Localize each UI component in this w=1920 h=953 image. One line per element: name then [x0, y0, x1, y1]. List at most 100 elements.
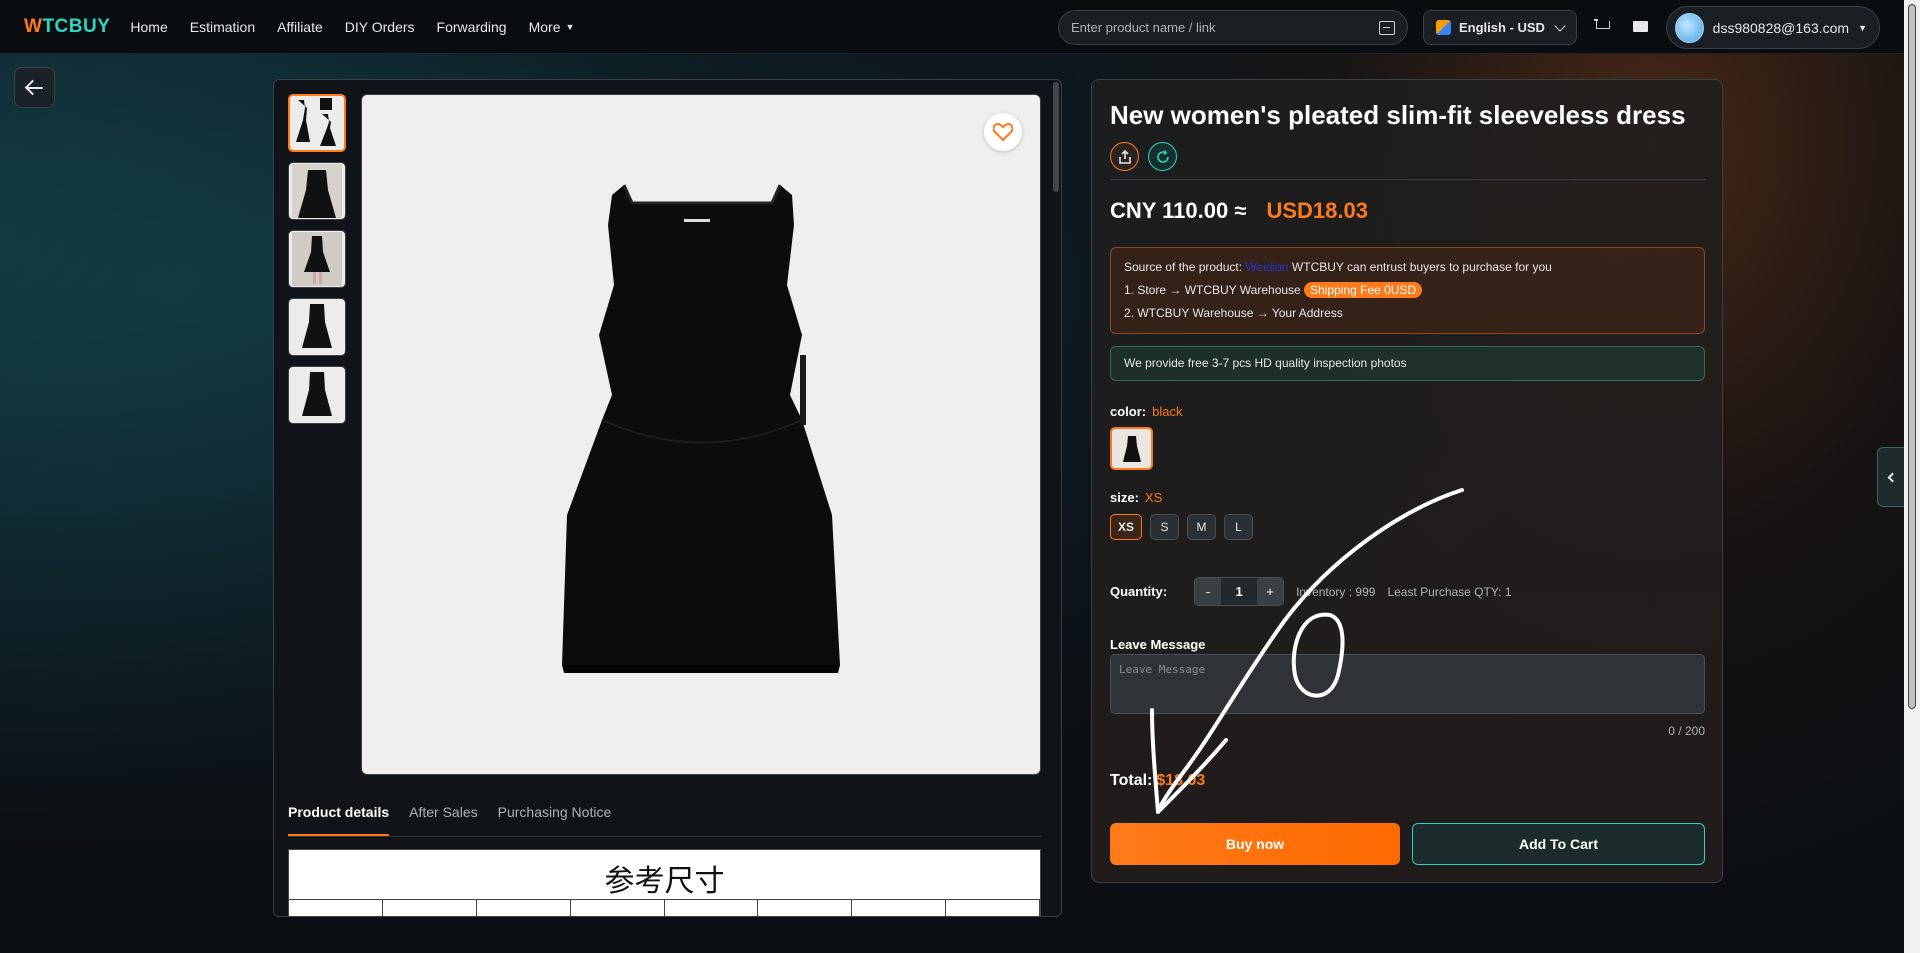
least-purchase-qty: Least Purchase QTY: 1	[1387, 584, 1512, 599]
product-title: New women's pleated slim-fit sleeveless …	[1110, 100, 1686, 130]
inventory-text: Inventory : 999	[1296, 584, 1376, 599]
language-label: English - USD	[1459, 20, 1545, 35]
cart-icon[interactable]	[1594, 19, 1610, 33]
source-suffix: WTCBUY can entrust buyers to purchase fo…	[1291, 260, 1552, 274]
color-label: color:	[1110, 404, 1147, 419]
size-value: XS	[1144, 490, 1163, 505]
size-chart-image: 参考尺寸	[288, 849, 1041, 916]
size-chart-cell	[571, 900, 665, 916]
color-option-black[interactable]	[1110, 427, 1153, 470]
dress-swatch-image	[1122, 435, 1141, 462]
user-menu[interactable]: dss980828@163.com ▼	[1666, 6, 1880, 49]
caret-down-icon: ▼	[565, 21, 575, 32]
dress-thumbnail-image	[302, 304, 332, 348]
page-scrollbar-thumb[interactable]	[1908, 4, 1916, 709]
logo-text: TCBUY	[42, 15, 111, 37]
product-gallery-panel: Product details After Sales Purchasing N…	[273, 79, 1062, 917]
dress-thumbnail-image	[296, 98, 336, 146]
total-value: $18.03	[1156, 772, 1206, 789]
size-option-l[interactable]: L	[1224, 514, 1254, 540]
search-input[interactable]	[1071, 20, 1379, 35]
chevron-down-icon	[1554, 19, 1566, 32]
panel-scrollbar-thumb[interactable]	[1053, 82, 1059, 192]
page-scrollbar[interactable]	[1904, 0, 1920, 953]
quantity-stepper: - 1 +	[1194, 577, 1285, 606]
dress-thumbnail-image	[302, 372, 332, 416]
size-chart-title: 参考尺寸	[289, 850, 1040, 900]
language-currency-selector[interactable]: English - USD	[1423, 10, 1577, 45]
thumbnail-1[interactable]	[288, 94, 346, 152]
thumbnail-list	[288, 94, 348, 434]
nav-home[interactable]: Home	[130, 19, 167, 35]
nav-more-label: More	[528, 18, 561, 35]
quantity-increment-button[interactable]: +	[1257, 578, 1284, 605]
share-icon	[1118, 149, 1131, 164]
size-chart-columns	[289, 900, 1040, 916]
size-option-s[interactable]: S	[1150, 514, 1180, 540]
top-navbar: WTCBUY Home Estimation Affiliate DIY Ord…	[0, 0, 1904, 54]
black-dress-image	[562, 184, 840, 673]
product-info-panel: New women's pleated slim-fit sleeveless …	[1091, 79, 1723, 883]
nav-diy-orders[interactable]: DIY Orders	[345, 19, 415, 35]
back-button[interactable]	[14, 67, 55, 108]
tab-purchasing-notice[interactable]: Purchasing Notice	[498, 804, 612, 836]
price-usd: USD18.03	[1266, 198, 1368, 223]
buy-now-button[interactable]: Buy now	[1110, 823, 1400, 865]
refresh-icon	[1156, 149, 1169, 163]
tab-after-sales[interactable]: After Sales	[409, 804, 477, 836]
add-to-cart-button[interactable]: Add To Cart	[1412, 823, 1705, 865]
source-link[interactable]: Weidian	[1245, 260, 1288, 274]
size-label-row: size: XS	[1110, 490, 1162, 505]
favorite-button[interactable]	[984, 113, 1022, 151]
nav-forwarding[interactable]: Forwarding	[437, 19, 507, 35]
chevron-left-icon	[1887, 472, 1898, 482]
divider	[1110, 179, 1705, 180]
thumbnail-4[interactable]	[288, 298, 346, 356]
quantity-decrement-button[interactable]: -	[1195, 578, 1222, 605]
shipping-step-2: 2. WTCBUY Warehouse → Your Address	[1124, 306, 1343, 321]
color-value: black	[1152, 404, 1183, 419]
nav-more-dropdown[interactable]: More ▼	[529, 19, 575, 35]
nav-affiliate[interactable]: Affiliate	[277, 19, 323, 35]
tab-product-details[interactable]: Product details	[288, 804, 390, 836]
logo[interactable]: WTCBUY	[24, 16, 110, 38]
shipping-fee-badge: Shipping Fee 0USD	[1304, 282, 1423, 299]
price-row: CNY 110.00 ≈ USD18.03	[1110, 198, 1368, 224]
image-search-icon[interactable]	[1379, 20, 1395, 35]
size-chart-cell	[852, 900, 947, 916]
message-icon[interactable]	[1633, 21, 1648, 32]
avatar	[1675, 12, 1704, 43]
source-row: Source of the product: Weidian WTCBUY ca…	[1124, 258, 1691, 277]
thumbnail-3[interactable]	[288, 230, 346, 288]
quantity-value[interactable]: 1	[1221, 578, 1258, 605]
nav-estimation[interactable]: Estimation	[190, 19, 255, 35]
quantity-row: Quantity: - 1 + Inventory : 999 Least Pu…	[1110, 577, 1512, 606]
source-info-box: Source of the product: Weidian WTCBUY ca…	[1110, 247, 1705, 334]
size-option-xs[interactable]: XS	[1110, 514, 1143, 540]
message-char-counter: 0 / 200	[1668, 724, 1705, 738]
size-chart-cell	[477, 900, 571, 916]
size-label: size:	[1110, 490, 1139, 505]
source-prefix: Source of the product:	[1124, 260, 1243, 274]
thumbnail-5[interactable]	[288, 366, 346, 424]
arrow-left-icon	[26, 86, 43, 89]
side-panel-toggle[interactable]	[1877, 447, 1904, 507]
size-option-m[interactable]: M	[1187, 514, 1217, 540]
user-email: dss980828@163.com	[1712, 19, 1850, 36]
size-chart-cell	[383, 900, 477, 916]
size-chart-cell	[946, 900, 1040, 916]
leave-message-input[interactable]	[1110, 654, 1705, 714]
shipping-step-1-text: 1. Store → WTCBUY Warehouse	[1124, 283, 1301, 298]
total-row: Total: $18.03	[1110, 772, 1205, 790]
quantity-label: Quantity:	[1110, 584, 1168, 599]
size-chart-cell	[758, 900, 853, 916]
thumbnail-2[interactable]	[288, 162, 346, 220]
translate-icon	[1436, 20, 1451, 35]
refresh-button[interactable]	[1148, 142, 1177, 171]
dress-model-image	[292, 232, 342, 286]
price-cny: CNY 110.00 ≈	[1110, 198, 1247, 223]
inspection-notice: We provide free 3-7 pcs HD quality inspe…	[1110, 346, 1705, 381]
share-button[interactable]	[1110, 142, 1139, 171]
total-label: Total:	[1110, 772, 1153, 789]
size-chart-cell	[289, 900, 383, 916]
